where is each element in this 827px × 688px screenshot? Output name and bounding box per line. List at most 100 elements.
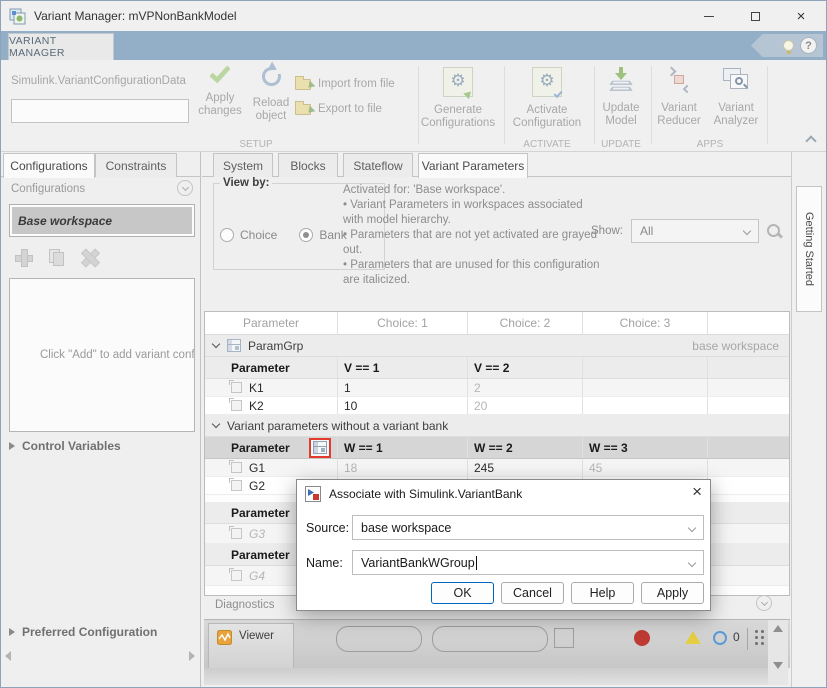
parameter-value[interactable]: 245 [468, 459, 583, 476]
column-header-parameter[interactable]: Parameter [205, 312, 338, 334]
table-row[interactable]: K2 10 20 [205, 397, 789, 415]
variant-reducer-button[interactable]: Variant Reducer [654, 67, 704, 128]
create-variant-bank-highlight[interactable] [309, 438, 331, 458]
dialog-close-button[interactable]: × [692, 483, 702, 500]
table-header-row: Parameter Choice: 1 Choice: 2 Choice: 3 [205, 312, 789, 335]
variant-analyzer-button[interactable]: Variant Analyzer [708, 67, 764, 128]
parameter-value[interactable]: 45 [583, 459, 708, 476]
import-from-file-button[interactable]: Import from file [295, 78, 405, 91]
diagnostics-header: Diagnostics [215, 599, 274, 611]
help-button[interactable]: Help [571, 582, 634, 604]
minimize-button[interactable] [686, 1, 732, 31]
export-to-file-button[interactable]: Export to file [295, 103, 405, 116]
preferred-configuration-section[interactable]: Preferred Configuration [9, 625, 157, 639]
parameter-value[interactable]: 18 [338, 459, 468, 476]
activate-configuration-icon: ⚙ [532, 67, 562, 97]
reload-object-button[interactable]: Reload object [249, 67, 293, 123]
add-configuration-button[interactable] [11, 245, 35, 269]
apply-changes-button[interactable]: Apply changes [197, 67, 243, 118]
column-header-choice3[interactable]: Choice: 3 [583, 312, 708, 334]
control-variables-section[interactable]: Control Variables [9, 439, 121, 453]
parameter-name: G2 [249, 479, 265, 493]
close-button[interactable]: × [778, 1, 824, 31]
source-combobox[interactable]: base workspace [352, 515, 704, 540]
object-name-input[interactable] [11, 99, 189, 123]
tab-configurations[interactable]: Configurations [3, 153, 95, 178]
lightbulb-icon[interactable] [783, 40, 794, 51]
diagnostics-dropdown[interactable] [336, 626, 422, 652]
tab-stateflow[interactable]: Stateflow [343, 153, 413, 177]
tab-blocks[interactable]: Blocks [278, 153, 338, 177]
cancel-button[interactable]: Cancel [501, 582, 564, 604]
left-panel-hscrollbar[interactable] [5, 649, 195, 663]
configuration-list: Base workspace [9, 204, 195, 237]
collapse-configurations-button[interactable] [177, 180, 193, 196]
diagnostics-button[interactable] [554, 628, 574, 648]
parameter-name: G1 [249, 461, 265, 475]
table-row[interactable]: K1 1 2 [205, 379, 789, 397]
maximize-button[interactable] [732, 1, 778, 31]
viewer-label: Viewer [239, 630, 274, 642]
app-icon [9, 8, 26, 25]
chevron-expanded-icon[interactable] [212, 420, 220, 428]
delete-configuration-button[interactable] [77, 245, 101, 269]
collapse-ribbon-button[interactable] [804, 137, 818, 146]
variant-reducer-label: Variant Reducer [654, 102, 704, 128]
activation-info: Activated for: 'Base workspace'. • Varia… [343, 183, 601, 288]
ok-button[interactable]: OK [431, 582, 494, 604]
diagnostics-vscrollbar[interactable] [768, 620, 788, 685]
radio-bank[interactable]: Bank [299, 228, 346, 242]
radio-choice[interactable]: Choice [220, 228, 277, 242]
close-icon: × [797, 9, 806, 24]
chevron-expanded-icon[interactable] [212, 340, 220, 348]
show-filter-dropdown[interactable]: All [631, 219, 759, 243]
group-row-paramgrp[interactable]: ParamGrp base workspace [205, 335, 789, 357]
tab-getting-started[interactable]: Getting Started [796, 186, 822, 312]
parameter-value[interactable]: 20 [468, 397, 583, 414]
collapse-diagnostics-button[interactable] [756, 595, 772, 611]
ribbon-separator [594, 66, 595, 144]
tab-system[interactable]: System [213, 153, 273, 177]
import-icon [295, 79, 311, 90]
parameter-name: G3 [249, 527, 265, 541]
subheader-choice2: V == 2 [468, 357, 583, 378]
help-icon[interactable]: ? [800, 37, 817, 54]
tab-variant-parameters[interactable]: Variant Parameters [418, 153, 528, 178]
group-row-no-bank[interactable]: Variant parameters without a variant ban… [205, 415, 789, 437]
search-button[interactable] [762, 219, 786, 243]
tab-variant-manager[interactable]: VARIANT MANAGER [8, 33, 114, 60]
parameter-name: K1 [249, 381, 264, 395]
activate-configuration-button[interactable]: ⚙ Activate Configuration [503, 67, 591, 130]
parameter-value[interactable]: 10 [338, 397, 468, 414]
variant-configurations-listbox[interactable]: Click "Add" to add variant configu [9, 278, 195, 432]
tab-constraints[interactable]: Constraints [95, 153, 177, 177]
diagnostics-toolbar: Viewer 0 [204, 619, 790, 668]
apply-button[interactable]: Apply [641, 582, 704, 604]
chevron-right-icon [9, 628, 15, 636]
subheader-choice2: W == 2 [468, 437, 583, 458]
subheader-row[interactable]: Parameter V == 1 V == 2 [205, 357, 789, 379]
show-label: Show: [591, 225, 623, 237]
copy-icon [48, 249, 64, 265]
group-source: base workspace [692, 339, 783, 353]
parameter-icon [231, 400, 242, 411]
export-label: Export to file [318, 103, 382, 116]
parameter-value[interactable]: 2 [468, 379, 583, 396]
column-header-choice1[interactable]: Choice: 1 [338, 312, 468, 334]
parameter-name: K2 [249, 399, 264, 413]
viewer-tab[interactable]: Viewer [208, 623, 294, 669]
update-model-button[interactable]: Update Model [596, 67, 646, 128]
column-header-choice2[interactable]: Choice: 2 [468, 312, 583, 334]
generate-configurations-button[interactable]: ⚙ Generate Configurations [414, 67, 502, 130]
copy-configuration-button[interactable] [44, 245, 68, 269]
parameter-value[interactable]: 1 [338, 379, 468, 396]
error-icon [634, 630, 650, 646]
configurations-header: Configurations [11, 183, 85, 195]
diagnostics-dropdown[interactable] [432, 626, 548, 652]
table-row[interactable]: G1 18 245 45 [205, 459, 789, 477]
configuration-item-base-workspace[interactable]: Base workspace [12, 207, 192, 234]
name-combobox[interactable]: VariantBankWGroup [352, 550, 704, 575]
apply-check-icon [209, 61, 231, 83]
kebab-menu[interactable] [755, 630, 764, 633]
subheader-row-selected[interactable]: Parameter W == 1 W == 2 W == 3 [205, 437, 789, 459]
